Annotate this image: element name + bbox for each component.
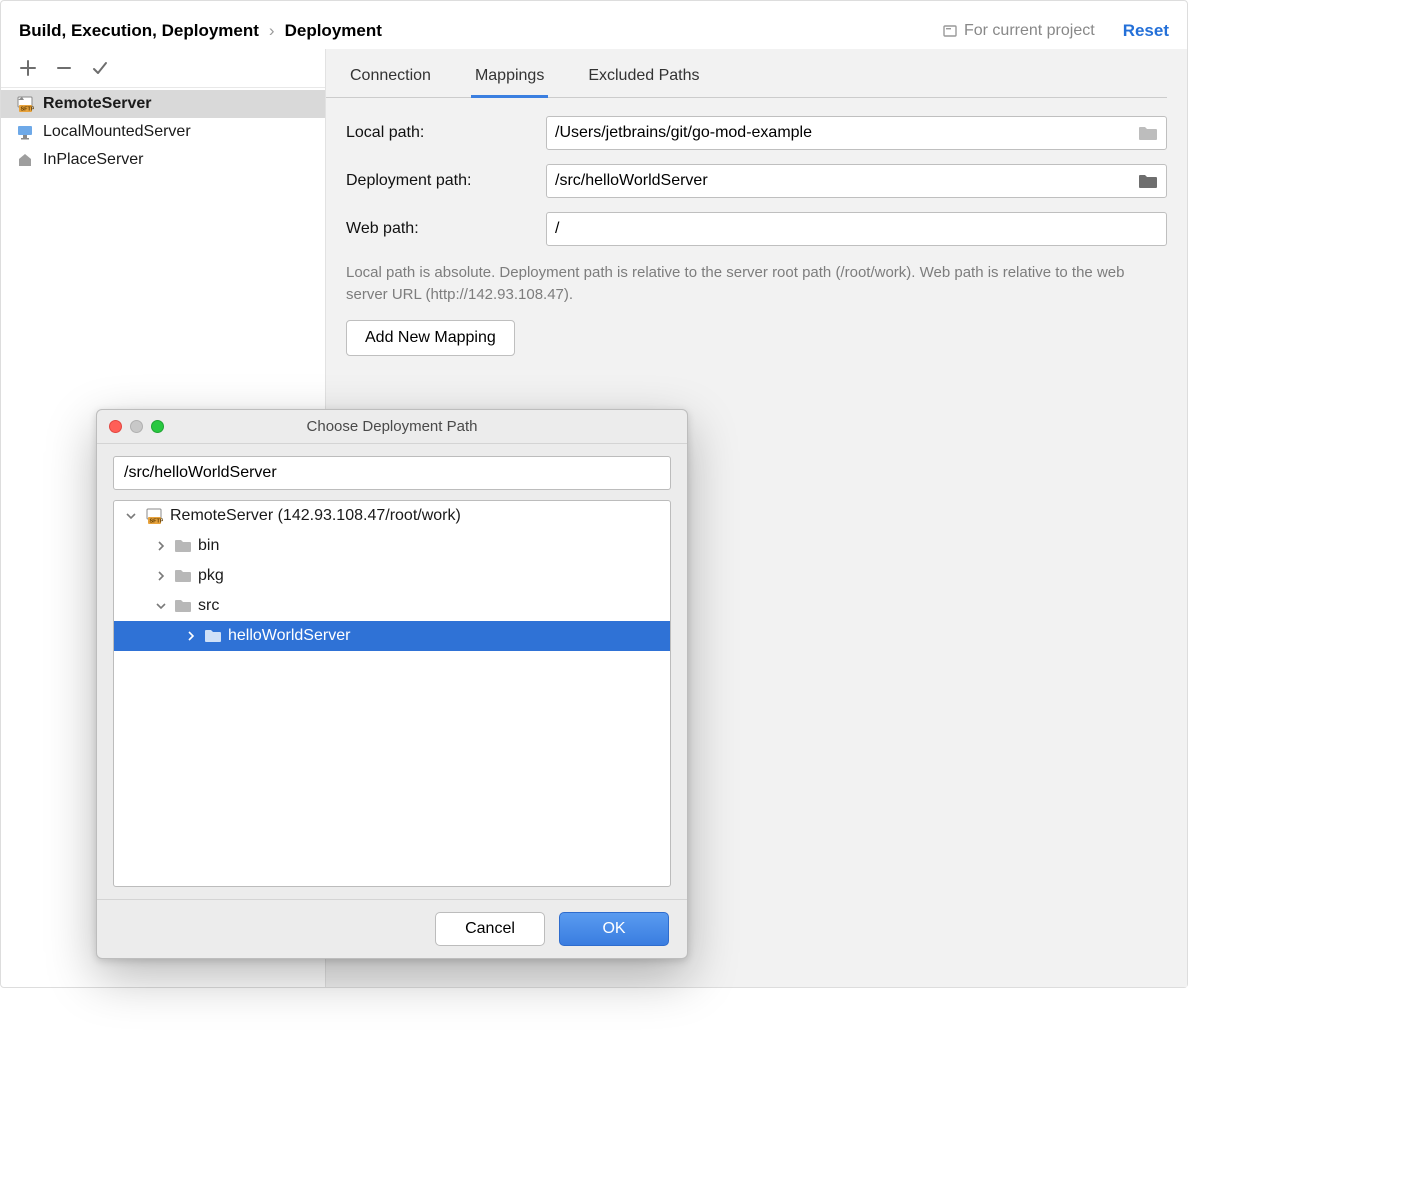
server-item-remote[interactable]: SFTP RemoteServer [1,90,325,118]
add-new-mapping-button[interactable]: Add New Mapping [346,320,515,356]
browse-folder-icon[interactable] [1138,125,1158,141]
svg-text:SFTP: SFTP [150,519,164,525]
settings-header: Build, Execution, Deployment › Deploymen… [1,1,1187,49]
local-path-input-wrap [546,116,1167,150]
mounted-server-icon [15,122,35,142]
tree-node-label: src [198,597,219,615]
chevron-down-icon[interactable] [124,509,138,523]
server-label: RemoteServer [43,95,152,113]
tree-node-helloworldserver[interactable]: helloWorldServer [114,621,670,651]
local-path-label: Local path: [346,124,546,142]
server-label: InPlaceServer [43,151,144,169]
project-scope-icon [942,23,958,39]
web-path-input[interactable] [555,220,1158,238]
deployment-path-row: Deployment path: [346,164,1167,198]
reset-link[interactable]: Reset [1123,21,1169,41]
dialog-path-input[interactable] [113,456,671,490]
sftp-server-icon: SFTP [144,506,164,526]
window-controls [109,420,164,433]
server-item-mounted[interactable]: LocalMountedServer [1,118,325,146]
folder-icon [204,629,222,643]
choose-deployment-path-dialog: Choose Deployment Path SFTP RemoteServer… [96,409,688,959]
tree-node-label: pkg [198,567,224,585]
breadcrumb: Build, Execution, Deployment › Deploymen… [19,21,382,41]
tree-node-pkg[interactable]: pkg [114,561,670,591]
folder-icon [174,539,192,553]
inplace-server-icon [15,150,35,170]
close-window-icon[interactable] [109,420,122,433]
current-project-indicator: For current project [942,22,1095,40]
deployment-tabs: Connection Mappings Excluded Paths [326,49,1167,98]
chevron-down-icon[interactable] [154,599,168,613]
chevron-right-icon[interactable] [154,569,168,583]
server-item-inplace[interactable]: InPlaceServer [1,146,325,174]
tab-mappings[interactable]: Mappings [471,61,548,98]
tab-excluded-paths[interactable]: Excluded Paths [584,61,703,98]
tree-node-src[interactable]: src [114,591,670,621]
set-default-button[interactable] [89,57,111,79]
settings-window: Build, Execution, Deployment › Deploymen… [0,0,1188,988]
browse-folder-icon[interactable] [1138,173,1158,189]
sidebar-toolbar [1,49,325,88]
breadcrumb-current: Deployment [285,21,382,41]
deployment-path-label: Deployment path: [346,172,546,190]
header-right: For current project Reset [942,21,1169,41]
local-path-input[interactable] [555,124,1138,142]
dialog-titlebar[interactable]: Choose Deployment Path [97,410,687,444]
current-project-label: For current project [964,22,1095,40]
web-path-label: Web path: [346,220,546,238]
tab-connection[interactable]: Connection [346,61,435,98]
remove-server-button[interactable] [53,57,75,79]
breadcrumb-parent[interactable]: Build, Execution, Deployment [19,21,259,41]
dialog-footer: Cancel OK [97,899,687,958]
deployment-path-input[interactable] [555,172,1138,190]
folder-icon [174,599,192,613]
web-path-row: Web path: [346,212,1167,246]
tree-root[interactable]: SFTP RemoteServer (142.93.108.47/root/wo… [114,501,670,531]
mappings-form: Local path: Deployment path: [326,98,1167,356]
chevron-right-icon[interactable] [154,539,168,553]
minimize-window-icon [130,420,143,433]
zoom-window-icon[interactable] [151,420,164,433]
dialog-title: Choose Deployment Path [109,418,675,435]
mappings-hint: Local path is absolute. Deployment path … [346,260,1167,320]
cancel-button[interactable]: Cancel [435,912,545,946]
web-path-input-wrap [546,212,1167,246]
local-path-row: Local path: [346,116,1167,150]
folder-icon [174,569,192,583]
chevron-right-icon[interactable] [184,629,198,643]
tree-root-label: RemoteServer (142.93.108.47/root/work) [170,507,461,525]
server-label: LocalMountedServer [43,123,191,141]
chevron-right-icon: › [269,21,275,41]
svg-text:SFTP: SFTP [21,107,35,113]
ok-button[interactable]: OK [559,912,669,946]
tree-node-label: bin [198,537,219,555]
sftp-server-icon: SFTP [15,94,35,114]
add-server-button[interactable] [17,57,39,79]
server-list: SFTP RemoteServer LocalMountedServer InP… [1,88,325,174]
tree-node-bin[interactable]: bin [114,531,670,561]
remote-tree: SFTP RemoteServer (142.93.108.47/root/wo… [113,500,671,887]
dialog-body: SFTP RemoteServer (142.93.108.47/root/wo… [97,444,687,899]
tree-node-label: helloWorldServer [228,627,350,645]
deployment-path-input-wrap [546,164,1167,198]
